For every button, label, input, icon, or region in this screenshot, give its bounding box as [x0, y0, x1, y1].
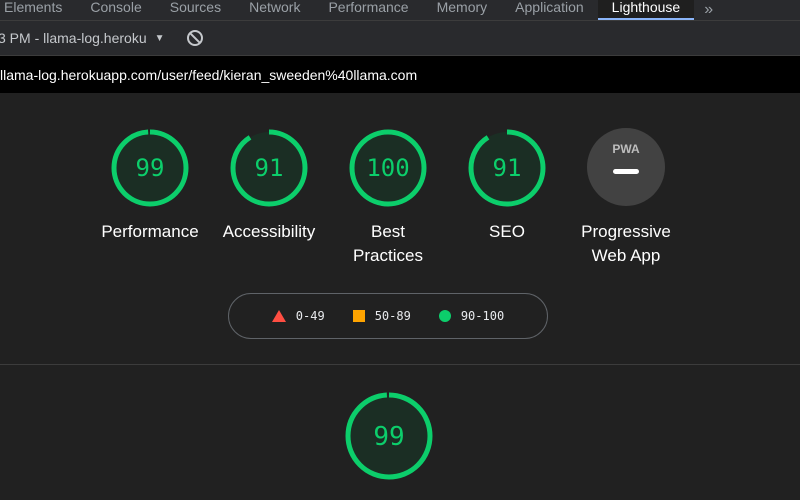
- legend-range: 0-49: [295, 309, 325, 323]
- legend-range: 50-89: [374, 309, 411, 323]
- report-select-label: 3 PM - llama-log.heroku: [0, 30, 147, 46]
- gauge-ring: 91: [468, 129, 546, 207]
- circle-icon: [438, 310, 451, 322]
- legend-item-average: 50-89: [352, 309, 411, 323]
- pwa-badge-text: PWA: [612, 142, 640, 156]
- gauge-score: 91: [493, 154, 522, 182]
- gauge-ring: 91: [230, 129, 308, 207]
- score-scale-legend: 0-49 50-89 90-100: [228, 293, 548, 339]
- tab-console[interactable]: Console: [76, 0, 155, 20]
- detail-gauge-performance[interactable]: 99: [343, 390, 435, 487]
- tab-network[interactable]: Network: [235, 0, 314, 20]
- tab-elements[interactable]: Elements: [0, 0, 76, 20]
- legend-item-pass: 90-100: [438, 309, 505, 323]
- tab-lighthouse[interactable]: Lighthouse: [597, 0, 695, 20]
- gauge-score: 91: [255, 154, 284, 182]
- tab-performance[interactable]: Performance: [314, 0, 422, 20]
- section-divider: [0, 364, 800, 365]
- devtools-tab-bar: Elements Console Sources Network Perform…: [0, 0, 800, 21]
- gauge-score: 99: [373, 422, 404, 452]
- gauge-score: 99: [136, 154, 165, 182]
- tab-sources[interactable]: Sources: [156, 0, 235, 20]
- caret-down-icon: ▼: [154, 32, 165, 44]
- report-select[interactable]: 3 PM - llama-log.heroku ▼: [0, 30, 165, 46]
- triangle-icon: [271, 310, 286, 322]
- pwa-badge-icon: PWA: [587, 128, 665, 206]
- pwa-dash-icon: [613, 169, 639, 174]
- gauge-ring: 99: [345, 392, 433, 480]
- legend-range: 90-100: [460, 309, 505, 323]
- clear-reports-icon[interactable]: [186, 30, 203, 46]
- square-icon: [352, 310, 365, 322]
- gauge-score: 100: [366, 154, 409, 182]
- gauge-ring: 99: [111, 129, 189, 207]
- report-url-text: llama-log.herokuapp.com/user/feed/kieran…: [0, 66, 418, 83]
- gauge-pwa[interactable]: PWA Progressive Web App: [556, 128, 696, 268]
- gauge-ring: 100: [349, 129, 427, 207]
- more-tabs-icon[interactable]: »: [694, 2, 723, 18]
- tab-memory[interactable]: Memory: [423, 0, 502, 20]
- report-url[interactable]: llama-log.herokuapp.com/user/feed/kieran…: [0, 56, 800, 93]
- lighthouse-toolbar: 3 PM - llama-log.heroku ▼: [0, 21, 800, 56]
- gauge-label: Progressive Web App: [581, 222, 671, 265]
- legend-item-fail: 0-49: [271, 309, 325, 323]
- tab-application[interactable]: Application: [501, 0, 598, 20]
